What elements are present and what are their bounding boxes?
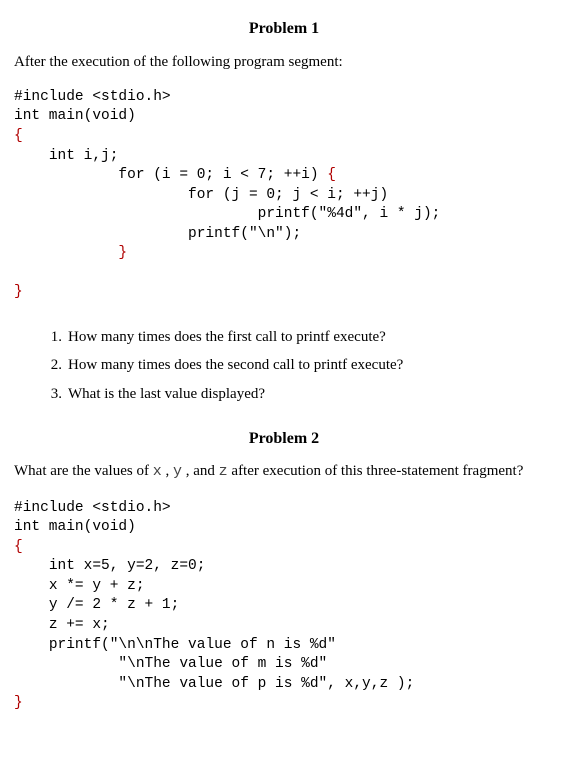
code-brace: {	[327, 167, 336, 183]
question-number: 2.	[42, 355, 62, 375]
text: after execution of this three-statement …	[228, 463, 524, 479]
code-line: for (i = 0; i < 7; ++i) {	[14, 166, 554, 186]
code-brace: }	[14, 695, 23, 711]
question-text: How many times does the second call to p…	[68, 355, 403, 375]
code-line: x *= y + z;	[14, 577, 554, 597]
code-line: {	[14, 538, 554, 558]
variable-x: x	[153, 463, 162, 480]
code-line: printf("%4d", i * j);	[14, 205, 554, 225]
code-line: printf("\n\nThe value of n is %d"	[14, 636, 554, 656]
document-page: Problem 1 After the execution of the fol…	[0, 0, 568, 758]
code-brace: }	[14, 284, 23, 300]
variable-z: z	[219, 463, 228, 480]
code-line: z += x;	[14, 616, 554, 636]
code-line: #include <stdio.h>	[14, 499, 554, 519]
text: , and	[182, 463, 219, 479]
question-item: 1. How many times does the first call to…	[42, 327, 554, 347]
text: ,	[162, 463, 173, 479]
code-line: }	[14, 244, 554, 264]
code-brace: {	[14, 128, 23, 144]
code-line: }	[14, 283, 554, 303]
question-text: How many times does the first call to pr…	[68, 327, 386, 347]
code-line: int x=5, y=2, z=0;	[14, 557, 554, 577]
code-line: {	[14, 127, 554, 147]
code-brace: {	[14, 539, 23, 555]
text: What are the values of	[14, 463, 153, 479]
code-line: int main(void)	[14, 107, 554, 127]
problem1-questions: 1. How many times does the first call to…	[14, 327, 554, 404]
code-line: y /= 2 * z + 1;	[14, 596, 554, 616]
code-line: }	[14, 694, 554, 714]
question-text: What is the last value displayed?	[68, 384, 265, 404]
code-line: "\nThe value of p is %d", x,y,z );	[14, 675, 554, 695]
code-line: #include <stdio.h>	[14, 88, 554, 108]
code-line: int i,j;	[14, 147, 554, 167]
variable-y: y	[173, 463, 182, 480]
code-brace: }	[118, 245, 127, 261]
problem1-heading: Problem 1	[14, 18, 554, 40]
question-item: 2. How many times does the second call t…	[42, 355, 554, 375]
problem2-heading: Problem 2	[14, 428, 554, 450]
question-number: 1.	[42, 327, 62, 347]
problem1-code: #include <stdio.h>int main(void){ int i,…	[14, 88, 554, 303]
code-line: "\nThe value of m is %d"	[14, 655, 554, 675]
question-number: 3.	[42, 384, 62, 404]
problem2-intro: What are the values of x , y , and z aft…	[14, 461, 554, 482]
code-line: for (j = 0; j < i; ++j)	[14, 186, 554, 206]
problem2-code: #include <stdio.h>int main(void){ int x=…	[14, 499, 554, 714]
question-item: 3. What is the last value displayed?	[42, 384, 554, 404]
code-line: int main(void)	[14, 518, 554, 538]
problem1-intro: After the execution of the following pro…	[14, 52, 554, 72]
code-line	[14, 264, 554, 284]
code-line: printf("\n");	[14, 225, 554, 245]
